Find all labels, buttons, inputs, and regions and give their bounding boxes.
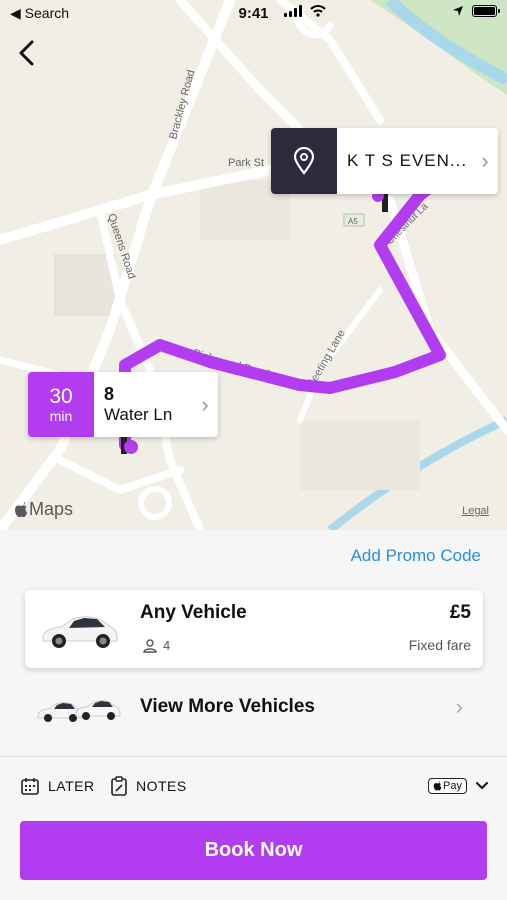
maps-logo: Maps [14,499,73,520]
chevron-left-icon [19,40,34,66]
vehicle-name: Any Vehicle [140,602,247,623]
origin-street: Water Ln [104,405,173,424]
chevron-right-icon: › [481,148,489,173]
seat-count: 4 [163,638,171,653]
apple-icon [15,501,27,517]
later-label: LATER [48,778,95,794]
apple-icon [433,781,442,791]
cars-icon [37,700,121,722]
divider [0,756,507,757]
status-bar: ◀ Search 9:41 [0,0,507,28]
back-button[interactable] [10,36,44,70]
origin-card[interactable]: 30 min 8 Water Ln › [28,372,218,437]
location-arrow-icon [453,6,463,16]
eta-badge: 30 min [28,372,94,437]
svg-text:Park St: Park St [228,157,264,169]
svg-text:A5: A5 [348,217,358,226]
car-icon [42,616,118,648]
apple-pay-badge: Pay [428,778,467,794]
notes-button[interactable]: NOTES [110,776,187,796]
notes-icon [111,776,127,796]
calendar-icon [21,778,39,795]
booking-options: LATER NOTES Pay [0,776,507,802]
destination-card[interactable]: K T S EVEN... › [271,128,498,194]
view-more-vehicles-button[interactable]: View More Vehicles › [0,682,507,732]
status-icons [284,5,500,17]
destination-name: K T S EVEN... [347,151,468,170]
battery-icon [472,5,500,17]
eta-value: 30 [49,384,73,408]
chevron-right-icon: › [455,694,463,719]
vehicle-seats: 4 [143,638,170,653]
notes-label: NOTES [136,778,187,794]
map-view[interactable]: Brackley Road Park St Queens Road Richmo… [0,0,507,530]
book-now-button[interactable]: Book Now [20,821,487,880]
person-icon [143,638,157,653]
view-more-vehicles-label: View More Vehicles [140,696,315,717]
chevron-down-icon [476,782,488,790]
origin-number: 8 [104,384,115,404]
vehicle-price: £5 [449,602,471,623]
chevron-right-icon: › [201,391,209,417]
map-background: Brackley Road Park St Queens Road Richmo… [0,0,507,530]
add-promo-code-link[interactable]: Add Promo Code [351,546,481,566]
location-pin-icon [271,128,337,194]
vehicle-option-card[interactable]: Any Vehicle 4 £5 Fixed fare [25,590,483,668]
maps-label: Maps [29,499,74,519]
later-button[interactable]: LATER [20,776,95,796]
legal-link[interactable]: Legal [462,505,489,517]
eta-unit: min [49,407,73,424]
pay-label: Pay [443,780,462,792]
wifi-icon [310,5,326,17]
booking-sheet: Add Promo Code Any Vehicle 4 £5 Fixed fa… [0,530,507,900]
signal-icon [284,5,302,17]
fare-type: Fixed fare [408,637,471,653]
payment-selector[interactable]: Pay [428,778,489,794]
